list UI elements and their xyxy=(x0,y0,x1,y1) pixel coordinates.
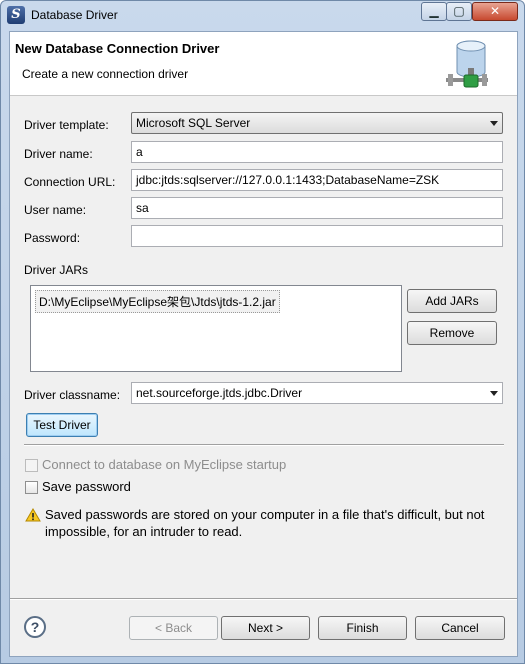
warning-message: Saved passwords are stored on your compu… xyxy=(45,507,485,539)
remove-jar-button[interactable]: Remove xyxy=(407,321,497,345)
help-icon[interactable]: ? xyxy=(24,616,46,638)
database-connection-icon xyxy=(446,40,488,88)
database-driver-window: S Database Driver ▁ ▢ ✕ New Database Con… xyxy=(0,0,525,664)
driver-name-field[interactable]: a xyxy=(131,141,503,163)
add-jars-button[interactable]: Add JARs xyxy=(407,289,497,313)
save-password-checkbox[interactable] xyxy=(25,481,38,494)
driver-classname-combo[interactable]: net.sourceforge.jtds.jdbc.Driver xyxy=(131,382,503,404)
driver-classname-value: net.sourceforge.jtds.jdbc.Driver xyxy=(136,386,303,400)
driver-name-label: Driver name: xyxy=(24,147,93,161)
driver-template-label: Driver template: xyxy=(24,118,109,132)
driver-jars-list[interactable]: D:\MyEclipse\MyEclipse架包\Jtds\jtds-1.2.j… xyxy=(30,285,402,372)
driver-jars-label: Driver JARs xyxy=(24,263,89,277)
driver-template-select[interactable]: Microsoft SQL Server xyxy=(131,112,503,134)
connect-on-startup-label: Connect to database on MyEclipse startup xyxy=(42,457,287,472)
finish-button[interactable]: Finish xyxy=(318,616,407,640)
connection-url-field[interactable]: jdbc:jtds:sqlserver://127.0.0.1:1433;Dat… xyxy=(131,169,503,191)
minimize-button[interactable]: ▁ xyxy=(421,2,447,21)
myeclipse-icon: S xyxy=(7,6,25,24)
maximize-button[interactable]: ▢ xyxy=(446,2,472,21)
page-subtitle: Create a new connection driver xyxy=(22,67,189,81)
close-button[interactable]: ✕ xyxy=(472,2,518,21)
wizard-header: New Database Connection Driver Create a … xyxy=(10,32,517,96)
connect-on-startup-checkbox[interactable] xyxy=(25,459,38,472)
back-button[interactable]: < Back xyxy=(129,616,218,640)
driver-classname-label: Driver classname: xyxy=(24,388,121,402)
chevron-down-icon xyxy=(490,121,498,126)
save-password-label: Save password xyxy=(42,479,131,494)
divider xyxy=(24,444,504,446)
driver-template-value: Microsoft SQL Server xyxy=(136,116,251,130)
user-name-label: User name: xyxy=(24,203,87,217)
warning-icon xyxy=(25,508,41,522)
password-label: Password: xyxy=(24,231,81,245)
window-title: Database Driver xyxy=(31,8,118,22)
list-item[interactable]: D:\MyEclipse\MyEclipse架包\Jtds\jtds-1.2.j… xyxy=(35,290,280,313)
page-title: New Database Connection Driver xyxy=(15,41,220,56)
footer-divider xyxy=(10,598,517,600)
connection-url-label: Connection URL: xyxy=(24,175,116,189)
chevron-down-icon xyxy=(490,391,498,396)
dialog-body: New Database Connection Driver Create a … xyxy=(9,31,518,657)
next-button[interactable]: Next > xyxy=(221,616,310,640)
test-driver-button[interactable]: Test Driver xyxy=(26,413,98,437)
user-name-field[interactable]: sa xyxy=(131,197,503,219)
title-bar[interactable]: S Database Driver ▁ ▢ ✕ xyxy=(1,1,524,29)
cancel-button[interactable]: Cancel xyxy=(415,616,505,640)
password-field[interactable] xyxy=(131,225,503,247)
